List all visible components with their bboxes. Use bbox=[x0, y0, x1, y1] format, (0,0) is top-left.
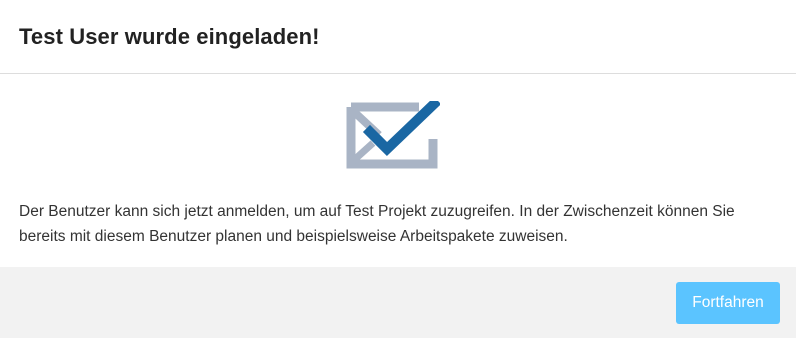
continue-button[interactable]: Fortfahren bbox=[676, 282, 780, 324]
dialog-header: Test User wurde eingeladen! bbox=[0, 0, 796, 74]
dialog-body: Der Benutzer kann sich jetzt anmelden, u… bbox=[0, 74, 796, 267]
dialog-footer: Fortfahren bbox=[0, 267, 796, 338]
dialog-message: Der Benutzer kann sich jetzt anmelden, u… bbox=[19, 203, 735, 245]
dialog-title: Test User wurde eingeladen! bbox=[19, 23, 320, 49]
invite-success-dialog: Test User wurde eingeladen! Der Benutzer… bbox=[0, 0, 796, 338]
envelope-check-icon bbox=[346, 101, 440, 169]
